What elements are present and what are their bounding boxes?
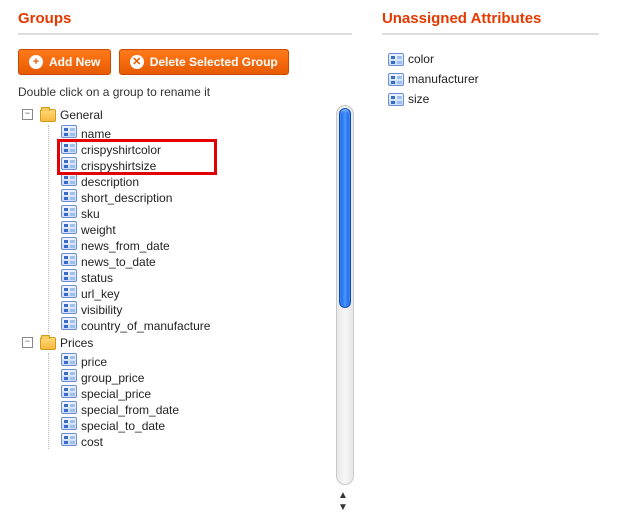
- list-item[interactable]: color: [388, 49, 599, 69]
- unassigned-list: color manufacturer size: [382, 49, 599, 109]
- attribute-label: special_from_date: [81, 403, 179, 417]
- arrow-down-icon[interactable]: ▼: [336, 503, 350, 513]
- tree-item[interactable]: crispyshirtsize: [61, 157, 352, 173]
- attribute-icon: [61, 285, 77, 298]
- tree-item[interactable]: short_description: [61, 189, 352, 205]
- collapse-toggle[interactable]: −: [22, 337, 33, 348]
- divider: [18, 33, 352, 35]
- attribute-icon: [61, 125, 77, 138]
- tree-item[interactable]: name: [61, 125, 352, 141]
- arrow-up-icon[interactable]: ▲: [336, 491, 350, 501]
- tree-item[interactable]: cost: [61, 433, 352, 449]
- tree-group[interactable]: − General name crispyshirtcolor crispyshirts…: [22, 105, 352, 333]
- tree-item[interactable]: country_of_manufacture: [61, 317, 352, 333]
- attribute-icon: [61, 237, 77, 250]
- x-icon: ✕: [130, 55, 144, 69]
- attribute-label: status: [81, 271, 113, 285]
- attribute-icon: [61, 173, 77, 186]
- attribute-icon: [61, 317, 77, 330]
- tree-item[interactable]: url_key: [61, 285, 352, 301]
- attribute-label: special_price: [81, 387, 151, 401]
- scrollbar-arrows[interactable]: ▲ ▼: [336, 491, 350, 513]
- unassigned-title: Unassigned Attributes: [382, 10, 599, 27]
- attribute-label: price: [81, 355, 107, 369]
- attribute-icon: [61, 221, 77, 234]
- delete-group-button[interactable]: ✕ Delete Selected Group: [119, 49, 289, 75]
- attribute-label: news_to_date: [81, 255, 156, 269]
- attribute-label: sku: [81, 207, 100, 221]
- attribute-label: short_description: [81, 191, 172, 205]
- plus-icon: +: [29, 55, 43, 69]
- tree-item[interactable]: price: [61, 353, 352, 369]
- scrollbar[interactable]: [336, 105, 354, 485]
- attribute-label: name: [81, 127, 111, 141]
- attribute-icon: [61, 189, 77, 202]
- attribute-label: special_to_date: [81, 419, 165, 433]
- tree-item[interactable]: news_from_date: [61, 237, 352, 253]
- attribute-label: country_of_manufacture: [81, 319, 210, 333]
- attribute-icon: [388, 93, 404, 106]
- attribute-label: group_price: [81, 371, 144, 385]
- tree-item[interactable]: special_from_date: [61, 401, 352, 417]
- attribute-tree[interactable]: − General name crispyshirtcolor crispyshirts…: [18, 105, 352, 449]
- attribute-icon: [61, 385, 77, 398]
- group-label[interactable]: Prices: [60, 336, 93, 350]
- attribute-icon: [61, 369, 77, 382]
- tree-item[interactable]: special_to_date: [61, 417, 352, 433]
- attribute-label: crispyshirtcolor: [81, 143, 161, 157]
- divider: [382, 33, 599, 35]
- tree-item[interactable]: description: [61, 173, 352, 189]
- list-item[interactable]: manufacturer: [388, 69, 599, 89]
- tree-item[interactable]: crispyshirtcolor: [61, 141, 352, 157]
- attribute-icon: [61, 433, 77, 446]
- add-new-label: Add New: [49, 55, 100, 69]
- attribute-icon: [61, 141, 77, 154]
- unassigned-panel: Unassigned Attributes color manufacturer s…: [382, 10, 599, 505]
- button-bar: + Add New ✕ Delete Selected Group: [18, 49, 352, 75]
- attribute-label: weight: [81, 223, 116, 237]
- groups-title: Groups: [18, 10, 352, 27]
- attribute-icon: [61, 205, 77, 218]
- attribute-icon: [61, 253, 77, 266]
- attribute-label: url_key: [81, 287, 120, 301]
- attribute-icon: [61, 417, 77, 430]
- hint-text: Double click on a group to rename it: [18, 85, 352, 99]
- collapse-toggle[interactable]: −: [22, 109, 33, 120]
- scrollbar-thumb[interactable]: [339, 108, 351, 308]
- group-label[interactable]: General: [60, 108, 103, 122]
- attribute-label: visibility: [81, 303, 122, 317]
- add-new-button[interactable]: + Add New: [18, 49, 111, 75]
- attribute-label: description: [81, 175, 139, 189]
- tree-group[interactable]: − Prices price group_price special_pricespec…: [22, 333, 352, 449]
- attribute-icon: [388, 53, 404, 66]
- attribute-icon: [388, 73, 404, 86]
- attribute-label: news_from_date: [81, 239, 170, 253]
- attribute-label: color: [408, 52, 434, 66]
- list-item[interactable]: size: [388, 89, 599, 109]
- tree-item[interactable]: visibility: [61, 301, 352, 317]
- attribute-label: manufacturer: [408, 72, 479, 86]
- folder-icon: [40, 337, 56, 350]
- attribute-label: crispyshirtsize: [81, 159, 156, 173]
- tree-item[interactable]: special_price: [61, 385, 352, 401]
- tree-item[interactable]: status: [61, 269, 352, 285]
- attribute-label: cost: [81, 435, 103, 449]
- tree-item[interactable]: sku: [61, 205, 352, 221]
- tree-item[interactable]: group_price: [61, 369, 352, 385]
- attribute-icon: [61, 269, 77, 282]
- attribute-icon: [61, 301, 77, 314]
- delete-group-label: Delete Selected Group: [150, 55, 278, 69]
- tree-item[interactable]: weight: [61, 221, 352, 237]
- groups-panel: Groups + Add New ✕ Delete Selected Group…: [18, 10, 352, 505]
- attribute-label: size: [408, 92, 429, 106]
- folder-icon: [40, 109, 56, 122]
- attribute-icon: [61, 157, 77, 170]
- attribute-icon: [61, 401, 77, 414]
- tree-item[interactable]: news_to_date: [61, 253, 352, 269]
- attribute-icon: [61, 353, 77, 366]
